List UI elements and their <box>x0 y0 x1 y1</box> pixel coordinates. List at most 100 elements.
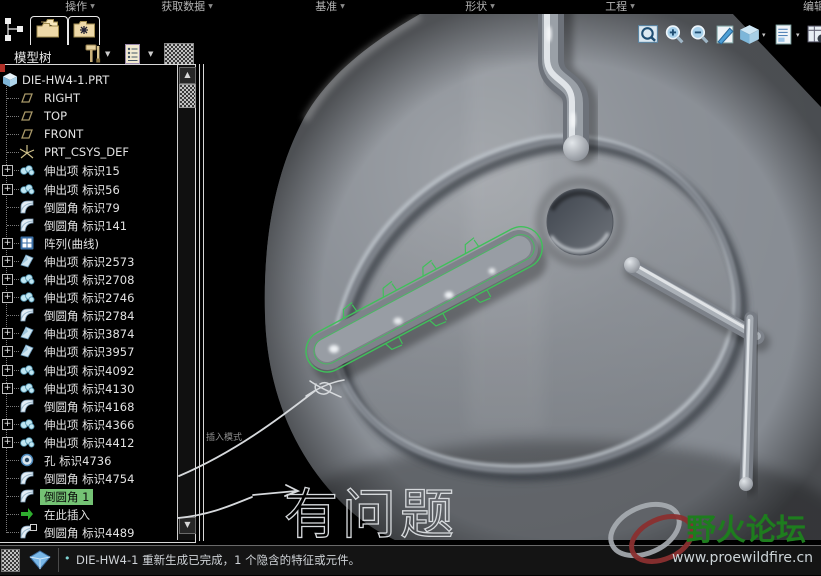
round-feature-icon <box>19 307 35 323</box>
tree-item[interactable]: + 伸出项 标识3957 <box>0 342 176 360</box>
tree-item[interactable]: FRONT <box>0 125 176 143</box>
expand-box[interactable]: + <box>2 256 13 267</box>
tree-tools-icon[interactable] <box>84 43 102 65</box>
protrusion-feature-icon <box>19 181 35 197</box>
tree-item-label[interactable]: RIGHT <box>44 91 80 105</box>
tree-item-label[interactable]: DIE-HW4-1.PRT <box>22 73 109 87</box>
layer-manager-dropdown-arrow[interactable]: ▾ <box>796 31 800 39</box>
status-separator <box>58 548 59 572</box>
tree-item-label[interactable]: 孔 标识4736 <box>44 453 111 469</box>
tree-item-label[interactable]: 伸出项 标识4412 <box>44 435 134 451</box>
layer-manager-icon[interactable] <box>772 23 795 46</box>
menu-item[interactable]: 编辑▼ <box>803 0 821 13</box>
tree-item[interactable]: + 伸出项 标识2573 <box>0 252 176 270</box>
model-tree-header: 模型树 ▼ ▼ <box>0 46 196 64</box>
model-tree-panel[interactable]: DIE-HW4-1.PRT RIGHT TOP FRONT PRT_CSYS_DEF + 伸… <box>0 64 196 543</box>
tree-item-label[interactable]: 伸出项 标识15 <box>44 163 120 179</box>
folder-browser-tab[interactable] <box>30 16 68 45</box>
expand-box[interactable]: + <box>2 238 13 249</box>
saved-views-dropdown-arrow[interactable]: ▾ <box>762 31 766 39</box>
tree-item-label[interactable]: 伸出项 标识2573 <box>44 254 134 270</box>
tree-panel-marker <box>0 64 5 72</box>
tree-item[interactable]: 倒圆角 标识4489 <box>0 523 176 541</box>
tree-item-label[interactable]: 倒圆角 标识79 <box>44 200 120 216</box>
expand-box[interactable]: + <box>2 184 13 195</box>
expand-box[interactable]: + <box>2 292 13 303</box>
tree-item[interactable]: + 伸出项 标识4412 <box>0 433 176 451</box>
expand-box[interactable]: + <box>2 165 13 176</box>
tree-item-label[interactable]: 伸出项 标识3874 <box>44 326 134 342</box>
tree-item[interactable]: + 伸出项 标识4092 <box>0 361 176 379</box>
tree-item[interactable]: + 伸出项 标识2746 <box>0 288 176 306</box>
tree-item-label[interactable]: 伸出项 标识56 <box>44 182 120 198</box>
tree-item-label[interactable]: 倒圆角 标识4168 <box>44 399 134 415</box>
tree-item-label[interactable]: PRT_CSYS_DEF <box>44 145 129 159</box>
tree-item-label[interactable]: 伸出项 标识2708 <box>44 272 134 288</box>
scrollbar-thumb[interactable] <box>179 84 196 108</box>
tree-item-label[interactable]: 倒圆角 标识4489 <box>44 525 134 541</box>
zoom-in-icon[interactable] <box>663 23 686 46</box>
tree-item-label[interactable]: 伸出项 标识2746 <box>44 290 134 306</box>
tree-item[interactable]: + 伸出项 标识4366 <box>0 415 176 433</box>
tools-dropdown-arrow[interactable]: ▼ <box>105 50 110 58</box>
tree-item-label[interactable]: FRONT <box>44 127 83 141</box>
menu-item[interactable]: 工程▼ <box>605 0 635 13</box>
tree-item-label[interactable]: 伸出项 标识3957 <box>44 344 134 360</box>
tree-item[interactable]: + 伸出项 标识3874 <box>0 324 176 342</box>
tree-item[interactable]: 倒圆角 标识141 <box>0 216 176 234</box>
tree-item[interactable]: PRT_CSYS_DEF <box>0 143 176 161</box>
tree-item[interactable]: + 伸出项 标识4130 <box>0 379 176 397</box>
tree-item[interactable]: + 阵列(曲线) <box>0 234 176 252</box>
tree-item[interactable]: RIGHT <box>0 89 176 107</box>
tree-item[interactable]: 倒圆角 标识79 <box>0 198 176 216</box>
tree-item[interactable]: 倒圆角 标识4168 <box>0 397 176 415</box>
zoom-refit-icon[interactable] <box>637 23 660 46</box>
menu-item[interactable]: 基准▼ <box>315 0 345 13</box>
tree-item[interactable]: + 伸出项 标识2708 <box>0 270 176 288</box>
expand-box[interactable]: + <box>2 365 13 376</box>
expand-box[interactable]: + <box>2 274 13 285</box>
expand-box[interactable]: + <box>2 328 13 339</box>
tree-item[interactable]: 孔 标识4736 <box>0 451 176 469</box>
menu-item[interactable]: 形状▼ <box>465 0 495 13</box>
expand-box[interactable]: + <box>2 437 13 448</box>
3d-viewport[interactable] <box>205 14 821 540</box>
tree-item[interactable]: 倒圆角 标识2784 <box>0 306 176 324</box>
tree-item-label[interactable]: 伸出项 标识4092 <box>44 363 134 379</box>
tree-item-label[interactable]: 倒圆角 标识141 <box>44 218 127 234</box>
saved-views-icon[interactable] <box>738 23 761 46</box>
scroll-up-button[interactable]: ▲ <box>179 67 196 84</box>
tree-item-label[interactable]: 倒圆角 标识4754 <box>44 471 134 487</box>
status-gem-icon[interactable] <box>27 550 53 570</box>
menu-item[interactable]: 获取数据▼ <box>161 0 213 13</box>
model-tree-icon[interactable] <box>4 17 26 43</box>
expand-box[interactable]: + <box>2 346 13 357</box>
tree-item[interactable]: DIE-HW4-1.PRT <box>0 71 176 89</box>
3d-model-canvas <box>205 14 821 540</box>
tree-scrollbar[interactable]: ▲ ▼ <box>177 65 195 540</box>
zoom-out-icon[interactable] <box>688 23 711 46</box>
tree-item[interactable]: 在此插入 <box>0 505 176 523</box>
menu-item[interactable]: 操作▼ <box>65 0 95 13</box>
tree-item[interactable]: + 伸出项 标识56 <box>0 180 176 198</box>
tree-item[interactable]: 倒圆角 标识4754 <box>0 469 176 487</box>
tree-item-label[interactable]: 伸出项 标识4366 <box>44 417 134 433</box>
tree-item-label[interactable]: 伸出项 标识4130 <box>44 381 134 397</box>
scroll-down-button[interactable]: ▼ <box>179 517 196 534</box>
tree-item[interactable]: 倒圆角 1 <box>0 487 176 505</box>
tree-item[interactable]: TOP <box>0 107 176 125</box>
expand-box[interactable]: + <box>2 383 13 394</box>
tree-item-label-selected[interactable]: 倒圆角 1 <box>40 489 93 505</box>
tree-item[interactable]: + 伸出项 标识15 <box>0 161 176 179</box>
tree-item-label[interactable]: 在此插入 <box>44 507 90 523</box>
expand-box[interactable]: + <box>2 419 13 430</box>
tree-item-label[interactable]: 倒圆角 标识2784 <box>44 308 134 324</box>
pane-splitter[interactable] <box>199 64 200 541</box>
favorites-tab[interactable] <box>68 16 100 45</box>
settings-dropdown-arrow[interactable]: ▼ <box>148 50 153 58</box>
tree-settings-icon[interactable] <box>124 43 142 65</box>
tree-item-label[interactable]: 阵列(曲线) <box>44 236 99 252</box>
tree-item-label[interactable]: TOP <box>44 109 67 123</box>
repaint-icon[interactable] <box>714 23 737 46</box>
view-manager-icon[interactable] <box>806 23 821 46</box>
